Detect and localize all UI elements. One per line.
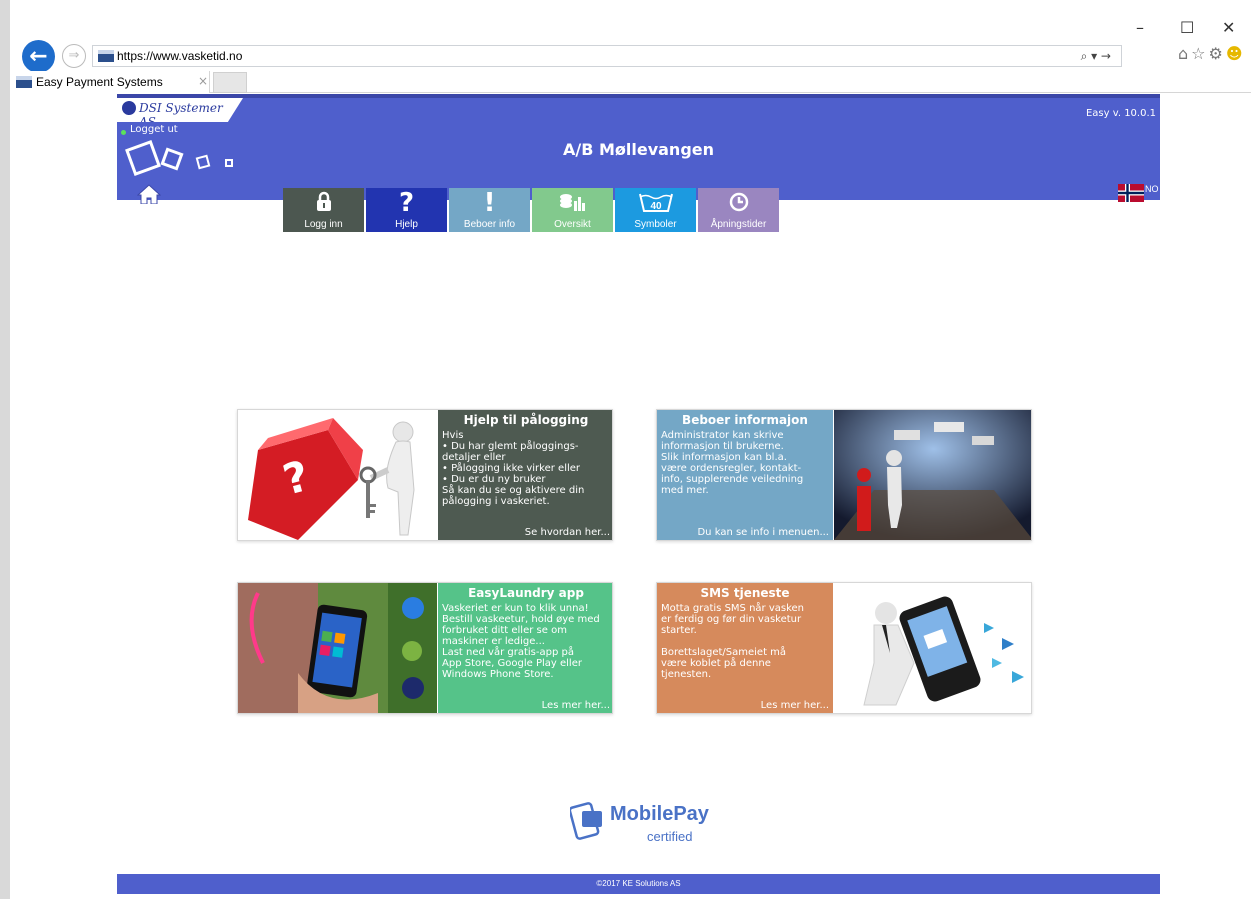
dsi-logo[interactable]: DSI Systemer AS bbox=[117, 98, 243, 122]
lock-icon bbox=[283, 191, 364, 219]
url-text[interactable]: https://www.vasketid.no bbox=[117, 49, 242, 63]
sms-link[interactable]: Les mer her... bbox=[761, 700, 829, 711]
mobilepay-logo-icon bbox=[570, 802, 602, 840]
sms-illustration bbox=[834, 583, 1031, 713]
nav-label: Symboler bbox=[634, 219, 677, 230]
help-login-tile[interactable]: ? Hjelp til pålogging Hvis • Du har glem… bbox=[237, 409, 613, 541]
footer-copyright: ©2017 KE Solutions AS bbox=[596, 879, 681, 888]
decor-square-icon bbox=[225, 159, 233, 167]
toolbar-icons: ⌂☆⚙☻ bbox=[1178, 44, 1246, 63]
resident-info-title: Beboer informajon bbox=[682, 413, 808, 427]
app-link[interactable]: Les mer her... bbox=[542, 700, 610, 711]
close-window-button[interactable]: ✕ bbox=[1222, 18, 1235, 37]
new-tab-button[interactable] bbox=[213, 72, 247, 93]
nav-label: Logg inn bbox=[304, 219, 343, 230]
home-icon[interactable]: ⌂ bbox=[1178, 44, 1191, 63]
forward-button[interactable]: ⇒ bbox=[62, 44, 86, 68]
mobilepay-certified: certified bbox=[647, 829, 693, 844]
chart-icon bbox=[532, 191, 613, 219]
arrow-right-icon: ⇒ bbox=[68, 48, 80, 63]
browser-window: – ☐ ✕ ← ⇒ https://www.vasketid.no ⌕ ▾ → … bbox=[0, 0, 1251, 899]
footer: ©2017 KE Solutions AS bbox=[117, 874, 1160, 894]
nav-label: Hjelp bbox=[395, 219, 418, 230]
status-dot-icon bbox=[121, 130, 126, 135]
wash-temp-label: 40 bbox=[650, 201, 662, 212]
language-code: NO bbox=[1145, 184, 1159, 194]
sms-title: SMS tjeneste bbox=[700, 586, 790, 600]
nav-label: Beboer info bbox=[463, 219, 516, 230]
star-icon[interactable]: ☆ bbox=[1191, 44, 1208, 63]
search-go-icon[interactable]: ⌕ ▾ → bbox=[1081, 49, 1111, 64]
back-button[interactable]: ← bbox=[22, 40, 55, 73]
tab-bar: Easy Payment Systems × bbox=[10, 71, 1251, 93]
app-text: Vaskeriet er kun to klik unna! Bestill v… bbox=[442, 603, 600, 680]
title-bar: – ☐ ✕ bbox=[10, 0, 1251, 40]
nav-opening-hours-button[interactable]: Åpningstider bbox=[698, 188, 779, 232]
sms-text: Motta gratis SMS når vasken er ferdig og… bbox=[661, 603, 805, 680]
page-content: DSI Systemer AS Logget ut Easy v. 10.0.1… bbox=[10, 94, 1251, 899]
site-header: DSI Systemer AS Logget ut Easy v. 10.0.1… bbox=[117, 96, 1160, 204]
resident-info-text: Administrator kan skrive informasjon til… bbox=[661, 430, 804, 496]
mobilepay-name: MobilePay bbox=[610, 803, 709, 825]
nav-resident-info-button[interactable]: ! Beboer info bbox=[449, 188, 530, 232]
app-info: EasyLaundry app Vaskeriet er kun to klik… bbox=[438, 583, 612, 713]
maximize-button[interactable]: ☐ bbox=[1180, 18, 1194, 37]
address-bar[interactable]: https://www.vasketid.no ⌕ ▾ → bbox=[92, 45, 1122, 67]
nav-label: Åpningstider bbox=[710, 219, 767, 230]
minimize-button[interactable]: – bbox=[1136, 18, 1144, 37]
resident-info-tile[interactable]: Beboer informajon Administrator kan skri… bbox=[656, 409, 1032, 541]
mobilepay-badge: MobilePay certified bbox=[570, 797, 730, 847]
app-tile[interactable]: EasyLaundry app Vaskeriet er kun to klik… bbox=[237, 582, 613, 714]
tab-close-icon[interactable]: × bbox=[198, 74, 208, 88]
version-label: Easy v. 10.0.1 bbox=[1085, 108, 1156, 119]
resident-info-text-panel: Beboer informajon Administrator kan skri… bbox=[657, 410, 833, 540]
question-icon: ? bbox=[398, 188, 415, 218]
exclamation-icon: ! bbox=[483, 188, 496, 218]
app-title: EasyLaundry app bbox=[468, 586, 584, 600]
help-login-title: Hjelp til pålogging bbox=[463, 413, 589, 427]
resident-illustration bbox=[834, 410, 1031, 540]
nav-label: Oversikt bbox=[554, 219, 591, 230]
language-selector[interactable]: NO bbox=[1118, 182, 1159, 204]
smiley-icon[interactable]: ☻ bbox=[1226, 44, 1246, 63]
site-favicon-icon bbox=[98, 50, 114, 62]
nav-help-button[interactable]: ? Hjelp bbox=[366, 188, 447, 232]
app-illustration bbox=[238, 583, 437, 713]
norway-flag-icon bbox=[1118, 184, 1144, 202]
wash-40-icon: 40 bbox=[615, 191, 696, 219]
sms-info: SMS tjeneste Motta gratis SMS når vasken… bbox=[657, 583, 833, 713]
tab-favicon-icon bbox=[16, 76, 32, 88]
nav-symbols-button[interactable]: 40 Symboler bbox=[615, 188, 696, 232]
dsi-logo-icon bbox=[122, 101, 136, 115]
home-icon[interactable] bbox=[137, 184, 161, 204]
tab-title: Easy Payment Systems bbox=[36, 75, 163, 89]
sms-tile[interactable]: SMS tjeneste Motta gratis SMS når vasken… bbox=[656, 582, 1032, 714]
gear-icon[interactable]: ⚙ bbox=[1209, 44, 1226, 63]
help-illustration: ? bbox=[238, 410, 437, 540]
nav-overview-button[interactable]: Oversikt bbox=[532, 188, 613, 232]
resident-info-link[interactable]: Du kan se info i menuen... bbox=[697, 527, 829, 538]
clock-icon bbox=[698, 191, 779, 219]
arrow-left-icon: ← bbox=[29, 44, 48, 69]
page-title: A/B Møllevangen bbox=[562, 140, 715, 159]
help-login-text: Hvis • Du har glemt påloggings- detaljer… bbox=[442, 430, 585, 507]
login-status: Logget ut bbox=[130, 124, 178, 135]
help-login-link[interactable]: Se hvordan her... bbox=[525, 527, 610, 538]
tab-active[interactable]: Easy Payment Systems × bbox=[10, 71, 210, 93]
nav-login-button[interactable]: Logg inn bbox=[283, 188, 364, 232]
help-login-info: Hjelp til pålogging Hvis • Du har glemt … bbox=[438, 410, 612, 540]
